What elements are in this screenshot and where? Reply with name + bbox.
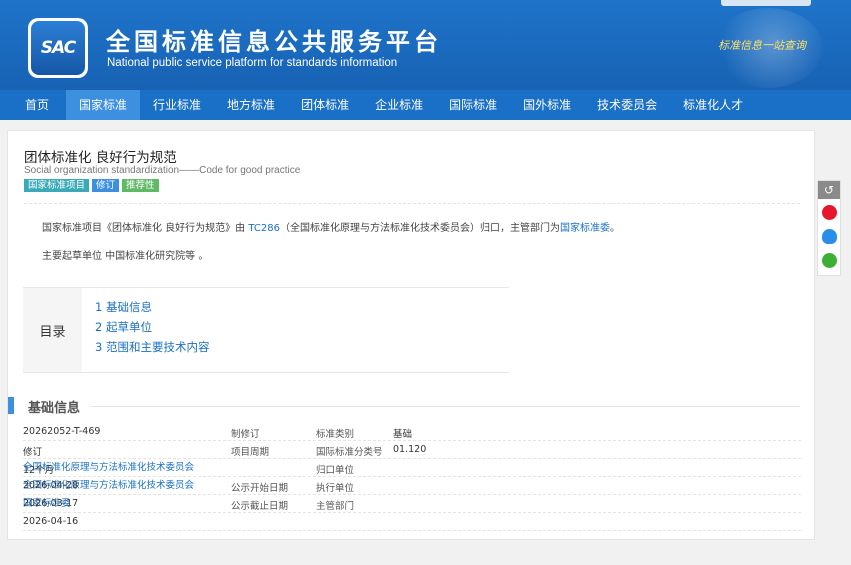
weibo-icon[interactable] [822, 205, 837, 220]
row-cell: 2026-04-16 [23, 516, 79, 527]
row-cell: 2026-04-28 [23, 480, 79, 491]
row-label: 公示开始日期 [231, 483, 289, 494]
table-row: 2026-04-28 公示开始日期 执行单位 全国标准化原理与方法标准化技术委员… [23, 477, 801, 495]
tag-revision: 修订 [92, 179, 120, 192]
table-row: 12个月 归口单位 全国标准化原理与方法标准化技术委员会 [23, 459, 801, 477]
row-label: 归口单位 [316, 465, 355, 476]
basic-info-table: 20262052-T-469 制修订 标准类别 基础 修订 项目周期 国际标准分… [23, 423, 801, 531]
standard-title-en: Social organization standardization——Cod… [24, 165, 301, 176]
main-nav: 首页 国家标准 行业标准 地方标准 团体标准 企业标准 国际标准 国外标准 技术… [0, 90, 851, 120]
table-row: 2026-04-16 [23, 513, 801, 531]
site-title: 全国标准信息公共服务平台 [106, 28, 442, 56]
toc-item-basic-info[interactable]: 1 基础信息 [95, 297, 209, 317]
row-label: 主管部门 [316, 501, 355, 512]
site-header: SAC 全国标准信息公共服务平台 National public service… [0, 0, 851, 90]
section-divider [90, 406, 800, 407]
nav-item-enterprise-standards[interactable]: 企业标准 [362, 90, 436, 120]
drafter-line: 主要起草单位 中国标准化研究院等 。 [42, 251, 209, 262]
standard-title-zh: 团体标准化 良好行为规范 [24, 150, 177, 166]
table-row: 修订 项目周期 国际标准分类号 01.120 [23, 441, 801, 459]
row-cell: 2026-03-17 [23, 498, 79, 509]
nav-item-home[interactable]: 首页 [0, 90, 66, 120]
row-label: 标准类别 [316, 429, 355, 440]
tc-code-link[interactable]: TC286 [248, 223, 280, 234]
row-label: 制修订 [231, 429, 260, 440]
nav-item-talents[interactable]: 标准化人才 [670, 90, 756, 120]
row-label: 执行单位 [316, 483, 355, 494]
description-line: 国家标准项目《团体标准化 良好行为规范》由 TC286（全国标准化原理与方法标准… [42, 219, 620, 234]
description-middle: （全国标准化原理与方法标准化技术委员会）归口，主管部门为 [279, 223, 560, 234]
slogan: 标准信息一站查询 [718, 39, 806, 52]
row-value: 基础 [393, 429, 413, 440]
section-accent-bar [8, 397, 14, 414]
nav-item-local-standards[interactable]: 地方标准 [214, 90, 288, 120]
toc-label: 目录 [23, 288, 82, 372]
row-label: 项目周期 [231, 447, 270, 458]
row-cell: 修订 [23, 447, 43, 458]
nav-item-foreign-standards[interactable]: 国外标准 [510, 90, 584, 120]
toc-item-scope[interactable]: 3 范围和主要技术内容 [95, 337, 209, 357]
standard-detail-panel: 团体标准化 良好行为规范 Social organization standar… [7, 130, 815, 540]
tag-recommended: 推荐性 [122, 179, 159, 192]
nav-item-technical-committees[interactable]: 技术委员会 [584, 90, 670, 120]
nav-item-national-standards[interactable]: 国家标准 [66, 90, 141, 120]
nav-item-industry-standards[interactable]: 行业标准 [140, 90, 214, 120]
row-cell: 12个月 [23, 465, 55, 476]
row-cell: 20262052-T-469 [23, 426, 101, 437]
wechat-icon[interactable] [822, 253, 837, 268]
nav-item-group-standards[interactable]: 团体标准 [288, 90, 362, 120]
nav-item-international-standards[interactable]: 国际标准 [436, 90, 510, 120]
standard-tags: 国家标准项目 修订 推荐性 [24, 179, 159, 192]
table-of-contents: 目录 1 基础信息 2 起草单位 3 范围和主要技术内容 [23, 287, 509, 373]
sac-logo[interactable]: SAC [28, 18, 88, 78]
divider [24, 203, 800, 204]
tag-national-project: 国家标准项目 [24, 179, 90, 192]
toc-items: 1 基础信息 2 起草单位 3 范围和主要技术内容 [95, 297, 209, 357]
table-row: 2026-03-17 公示截止日期 主管部门 国家标准委 [23, 495, 801, 513]
description-suffix: 。 [609, 223, 620, 234]
share-sidebar: ↺ [817, 180, 841, 276]
basic-info-header: 基础信息 [8, 397, 814, 416]
row-value: 01.120 [393, 444, 427, 455]
back-icon[interactable]: ↺ [818, 181, 840, 199]
top-login-bar[interactable] [721, 0, 811, 6]
row-label: 公示截止日期 [231, 501, 289, 512]
toc-item-drafting-units[interactable]: 2 起草单位 [95, 317, 209, 337]
table-row: 20262052-T-469 制修订 标准类别 基础 [23, 423, 801, 441]
qq-icon[interactable] [822, 229, 837, 244]
sac-logo-text: SAC [31, 21, 85, 75]
authority-link[interactable]: 国家标准委 [560, 223, 610, 234]
section-title: 基础信息 [28, 401, 81, 416]
site-subtitle: National public service platform for sta… [107, 57, 398, 69]
description-prefix: 国家标准项目《团体标准化 良好行为规范》由 [42, 223, 249, 234]
row-label: 国际标准分类号 [316, 447, 383, 458]
